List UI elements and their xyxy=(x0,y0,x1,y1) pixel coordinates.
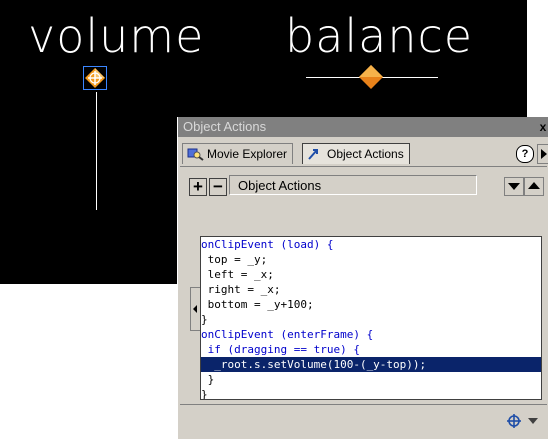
close-button[interactable]: x xyxy=(536,120,548,134)
volume-label: volume xyxy=(28,9,205,63)
code-line[interactable]: left = _x; xyxy=(201,267,541,282)
code-line[interactable]: bottom = _y+100; xyxy=(201,297,541,312)
code-line[interactable]: } xyxy=(201,372,541,387)
code-line[interactable]: _root.s.setVolume(100-(_y-top)); xyxy=(201,357,541,372)
code-line[interactable]: } xyxy=(201,312,541,327)
panel-menu-arrow-button[interactable] xyxy=(537,144,548,164)
movie-explorer-icon xyxy=(187,148,204,161)
code-line[interactable]: onClipEvent (load) { xyxy=(201,237,541,252)
code-line[interactable]: top = _y; xyxy=(201,252,541,267)
move-up-button[interactable] xyxy=(524,177,544,196)
remove-action-button[interactable]: − xyxy=(209,178,227,196)
code-line[interactable]: } xyxy=(201,387,541,399)
balance-slider-knob[interactable] xyxy=(358,64,384,90)
diamond-knob-icon xyxy=(85,68,105,88)
script-editor[interactable]: onClipEvent (load) { top = _y; left = _x… xyxy=(200,236,542,400)
add-action-button[interactable]: + xyxy=(189,178,207,196)
panel-title: Object Actions xyxy=(183,119,267,134)
target-icon[interactable] xyxy=(507,414,521,428)
arrow-actions-icon xyxy=(308,149,318,160)
tab-object-actions[interactable]: Object Actions xyxy=(302,143,410,164)
options-dropdown-icon[interactable] xyxy=(528,418,538,424)
tab-movie-explorer[interactable]: Movie Explorer xyxy=(182,143,294,164)
volume-slider-knob[interactable] xyxy=(83,66,107,90)
balance-label: balance xyxy=(285,9,474,63)
tab-label: Movie Explorer xyxy=(207,147,288,161)
divider xyxy=(180,404,547,405)
move-down-button[interactable] xyxy=(504,177,524,196)
help-button[interactable]: ? xyxy=(516,145,534,163)
object-actions-panel: Object Actions x Movie Explorer Object A… xyxy=(177,117,548,439)
code-line[interactable]: right = _x; xyxy=(201,282,541,297)
panel-tabs: Movie Explorer Object Actions xyxy=(182,143,547,165)
code-lines: onClipEvent (load) { top = _y; left = _x… xyxy=(201,237,541,399)
diamond-knob-icon xyxy=(359,65,383,89)
volume-slider-track xyxy=(96,92,97,210)
panel-titlebar[interactable]: Object Actions x xyxy=(178,117,548,137)
code-line[interactable]: onClipEvent (enterFrame) { xyxy=(201,327,541,342)
actions-label: Object Actions xyxy=(229,175,477,195)
code-line[interactable]: if (dragging == true) { xyxy=(201,342,541,357)
divider xyxy=(180,166,547,167)
tab-label: Object Actions xyxy=(327,147,404,161)
